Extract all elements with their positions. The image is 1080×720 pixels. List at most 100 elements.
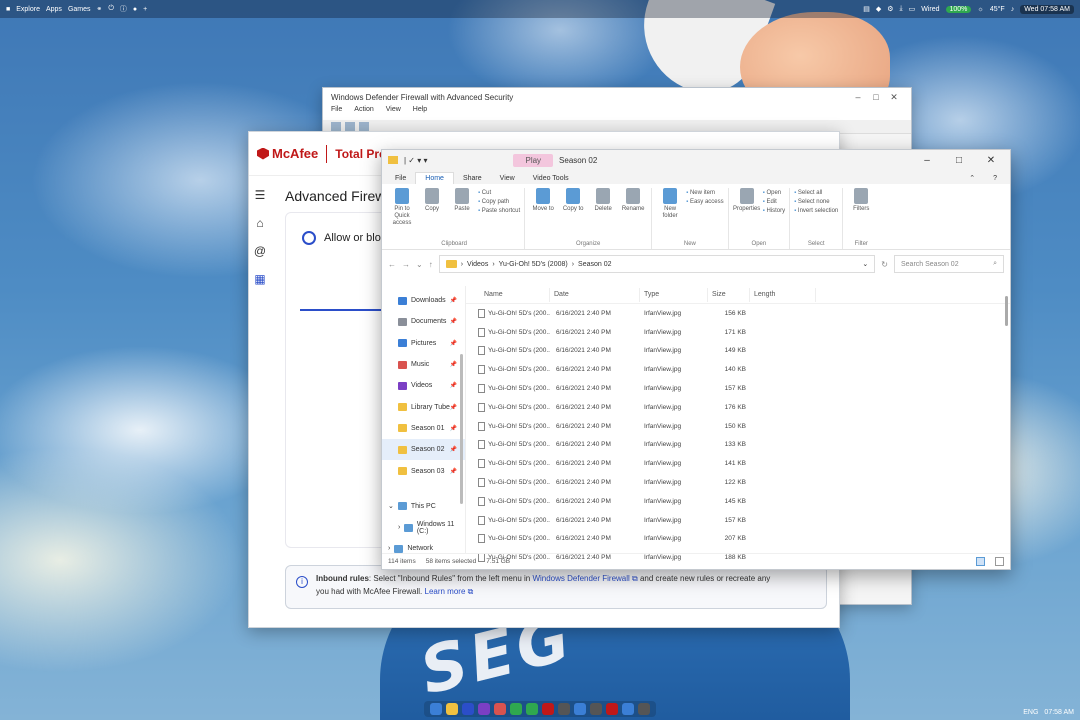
filters-button[interactable]: Filters	[847, 188, 875, 239]
menu-file[interactable]: File	[331, 106, 342, 120]
explorer-minimize-button[interactable]: –	[914, 155, 940, 166]
brightness-icon[interactable]: ☼	[977, 6, 983, 13]
file-row[interactable]: Yu-Gi-Oh! 5D's (200... 6/16/2021 2:40 PM I…	[466, 360, 1010, 379]
file-row[interactable]: Yu-Gi-Oh! 5D's (200... 6/16/2021 2:40 PM I…	[466, 323, 1010, 342]
console-icon[interactable]	[359, 122, 369, 131]
minimize-button[interactable]: –	[849, 92, 867, 102]
tray-clock[interactable]: 07:58 AM	[1044, 709, 1074, 716]
nav-item[interactable]: Music 📌	[382, 354, 465, 375]
taskbar-app-icon[interactable]	[462, 703, 474, 715]
delete-button[interactable]: Delete	[589, 188, 617, 239]
tab-file[interactable]: File	[386, 173, 415, 184]
back-arrow-icon[interactable]: ←	[388, 260, 396, 269]
move-to-button[interactable]: Move to	[529, 188, 557, 239]
taskbar-app-icon[interactable]	[478, 703, 490, 715]
file-row[interactable]: Yu-Gi-Oh! 5D's (200... 6/16/2021 2:40 PM I…	[466, 379, 1010, 398]
wdf-link[interactable]: Windows Defender Firewall	[532, 574, 629, 583]
tab-share[interactable]: Share	[454, 173, 491, 184]
expand-chevron-icon[interactable]: ›	[398, 524, 400, 531]
select-all-button[interactable]: Select all	[794, 190, 838, 196]
explorer-close-button[interactable]: ✕	[978, 155, 1004, 166]
user-icon[interactable]: ●	[133, 6, 137, 13]
start-icon[interactable]: ■	[6, 6, 10, 13]
taskbar-app-icon[interactable]	[606, 703, 618, 715]
nav-tree-item[interactable]: ⌄ This PC	[382, 496, 465, 517]
file-row[interactable]: Yu-Gi-Oh! 5D's (200... 6/16/2021 2:40 PM I…	[466, 398, 1010, 417]
quick-access-toolbar[interactable]: | ✓ ▾ ▾	[404, 156, 427, 165]
monitor-icon[interactable]: ▭	[909, 5, 916, 13]
forward-icon[interactable]	[345, 122, 355, 131]
ribbon-collapse-icon[interactable]: ⌃	[960, 172, 984, 184]
up-arrow-icon[interactable]: ↑	[429, 260, 433, 269]
tiles-view-icon[interactable]	[995, 557, 1004, 566]
menu-action[interactable]: Action	[354, 106, 373, 120]
file-row[interactable]: Yu-Gi-Oh! 5D's (200... 6/16/2021 2:40 PM I…	[466, 473, 1010, 492]
recent-icon[interactable]: ▤	[863, 5, 870, 13]
back-icon[interactable]	[331, 122, 341, 131]
explorer-maximize-button[interactable]: □	[946, 155, 972, 166]
close-button[interactable]: ✕	[885, 92, 903, 103]
taskbar-app-icon[interactable]	[494, 703, 506, 715]
recent-dropdown-icon[interactable]: ⌄	[416, 260, 423, 269]
menu-help[interactable]: Help	[413, 106, 427, 120]
file-row[interactable]: Yu-Gi-Oh! 5D's (200... 6/16/2021 2:40 PM I…	[466, 342, 1010, 361]
expand-chevron-icon[interactable]: ⌄	[388, 502, 394, 510]
learn-more-link[interactable]: Learn more	[425, 587, 466, 596]
at-icon[interactable]: @	[254, 244, 266, 258]
history-button[interactable]: History	[763, 208, 785, 214]
details-view-icon[interactable]	[976, 557, 985, 566]
nav-scrollbar[interactable]	[460, 354, 463, 504]
file-row[interactable]: Yu-Gi-Oh! 5D's (200... 6/16/2021 2:40 PM I…	[466, 530, 1010, 549]
forward-arrow-icon[interactable]: →	[402, 260, 410, 269]
column-date[interactable]: Date	[550, 287, 640, 302]
nav-item[interactable]: Season 01 📌	[382, 418, 465, 439]
taskbar-app-icon[interactable]	[542, 703, 554, 715]
gear-icon[interactable]: ⚙	[887, 5, 893, 13]
taskbar-app-icon[interactable]	[526, 703, 538, 715]
taskbar-app-icon[interactable]	[510, 703, 522, 715]
apps-grid-icon[interactable]: ▦	[254, 272, 265, 286]
file-row[interactable]: Yu-Gi-Oh! 5D's (200... 6/16/2021 2:40 PM I…	[466, 511, 1010, 530]
cut-button[interactable]: Cut	[478, 190, 520, 196]
invert-selection-button[interactable]: Invert selection	[794, 208, 838, 214]
topbar-apps[interactable]: Apps	[46, 6, 62, 13]
new-item-button[interactable]: New item	[686, 190, 723, 196]
file-row[interactable]: Yu-Gi-Oh! 5D's (200... 6/16/2021 2:40 PM I…	[466, 436, 1010, 455]
copy-button[interactable]: Copy	[418, 188, 446, 239]
pin-quick-access-button[interactable]: Pin to Quick access	[388, 188, 416, 239]
edit-button[interactable]: Edit	[763, 199, 785, 205]
breadcrumb-series[interactable]: Yu-Gi-Oh! 5D's (2008)	[499, 261, 568, 268]
menu-icon[interactable]: ☰	[255, 188, 266, 202]
nav-item[interactable]: Library Tube 📌	[382, 396, 465, 417]
open-button[interactable]: Open	[763, 190, 785, 196]
clock[interactable]: Wed 07:58 AM	[1020, 4, 1074, 14]
external-link-icon[interactable]: ⧉	[630, 574, 638, 583]
taskbar-app-icon[interactable]	[590, 703, 602, 715]
taskbar-app-icon[interactable]	[574, 703, 586, 715]
menu-view[interactable]: View	[386, 106, 401, 120]
notification-icon[interactable]: ◆	[876, 5, 881, 13]
info-icon[interactable]: ⓘ	[120, 4, 127, 14]
power-icon[interactable]: ⏻	[108, 5, 114, 13]
refresh-icon[interactable]: ↻	[881, 260, 888, 269]
file-row[interactable]: Yu-Gi-Oh! 5D's (200... 6/16/2021 2:40 PM I…	[466, 492, 1010, 511]
tab-video-tools[interactable]: Video Tools	[524, 173, 578, 184]
taskbar-app-icon[interactable]	[638, 703, 650, 715]
nav-tree-item[interactable]: › Windows 11 (C:)	[382, 517, 465, 538]
properties-button[interactable]: Properties	[733, 188, 761, 239]
nav-item[interactable]: Downloads 📌	[382, 290, 465, 311]
nav-item[interactable]: Videos 📌	[382, 375, 465, 396]
file-explorer-window[interactable]: | ✓ ▾ ▾ Play Season 02 – □ ✕ File Home S…	[381, 149, 1011, 570]
learn-more-external-icon[interactable]: ⧉	[465, 587, 474, 596]
paste-button[interactable]: Paste	[448, 188, 476, 239]
copy-path-button[interactable]: Copy path	[478, 199, 520, 205]
easy-access-button[interactable]: Easy access	[686, 199, 724, 205]
firewall-titlebar[interactable]: Windows Defender Firewall with Advanced …	[323, 88, 911, 106]
column-name[interactable]: Name	[466, 287, 550, 302]
add-icon[interactable]: +	[143, 6, 147, 13]
home-icon[interactable]: ⌂	[256, 216, 263, 230]
weather-status[interactable]: 45°F	[990, 6, 1005, 13]
column-length[interactable]: Length	[750, 287, 816, 302]
file-row[interactable]: Yu-Gi-Oh! 5D's (200... 6/16/2021 2:40 PM I…	[466, 417, 1010, 436]
topbar-explore[interactable]: Explore	[16, 6, 40, 13]
